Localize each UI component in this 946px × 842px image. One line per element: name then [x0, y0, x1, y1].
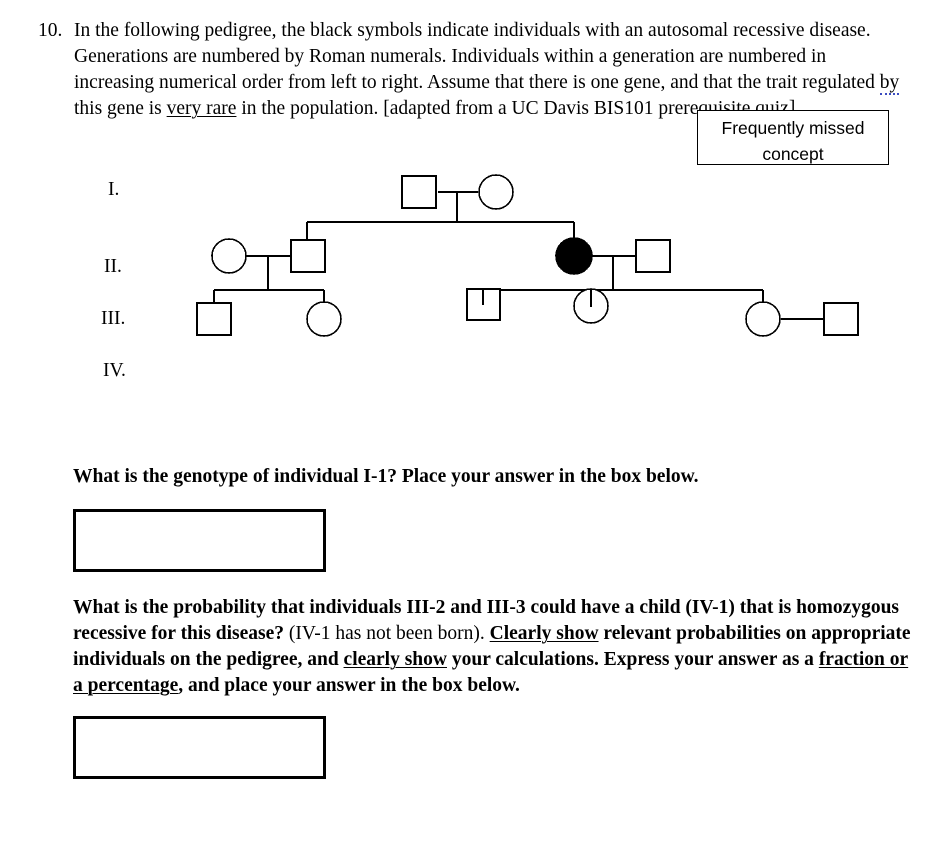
pedigree-symbol-I-2: [478, 174, 514, 210]
generation-label-II: II.: [104, 256, 122, 277]
question-2-prompt: What is the probability that individuals…: [73, 595, 918, 699]
pedigree-symbol-II-3-affected: [555, 237, 593, 275]
pedigree-symbol-III-1: [196, 302, 232, 336]
intro-text-part2: this gene is: [74, 98, 167, 119]
frequently-missed-concept-callout: Frequently missed concept: [697, 110, 889, 165]
pedigree-symbol-III-3: [466, 288, 501, 321]
pedigree-symbol-III-5: [745, 301, 781, 337]
answer-box-question-1[interactable]: [73, 509, 326, 572]
pedigree-symbol-II-2: [290, 239, 326, 273]
emphasis-clearly-show-2: clearly show: [343, 649, 447, 670]
intro-text-part1: In the following pedigree, the black sym…: [74, 20, 880, 93]
generation-label-I: I.: [108, 179, 120, 200]
question-intro-block: 10. In the following pedigree, the black…: [38, 18, 908, 122]
pedigree-symbol-III-4: [573, 288, 609, 324]
generation-label-III: III.: [101, 308, 126, 329]
emphasis-very-rare: very rare: [166, 98, 237, 119]
question-2-part4: your calculations. Express your answer a…: [447, 649, 819, 670]
callout-label: Frequently missed concept: [721, 118, 865, 164]
answer-box-question-2[interactable]: [73, 716, 326, 779]
pedigree-symbol-II-4: [635, 239, 671, 273]
question-intro-text: In the following pedigree, the black sym…: [74, 18, 908, 122]
pedigree-symbol-III-2: [306, 301, 342, 337]
spellcheck-word-by: by: [879, 72, 900, 95]
question-2-part5: , and place your answer in the box below…: [178, 675, 520, 696]
pedigree-symbol-III-6: [823, 302, 859, 336]
question-2-parenthetical: (IV-1 has not been born).: [288, 623, 490, 644]
question-1-text: What is the genotype of individual I-1? …: [73, 466, 699, 487]
pedigree-symbol-I-1: [401, 175, 437, 209]
pedigree-symbol-II-1: [211, 238, 247, 274]
question-number: 10.: [38, 20, 63, 41]
emphasis-clearly-show-1: Clearly show: [489, 623, 599, 644]
generation-label-IV: IV.: [103, 360, 126, 381]
question-1-prompt: What is the genotype of individual I-1? …: [73, 464, 913, 490]
